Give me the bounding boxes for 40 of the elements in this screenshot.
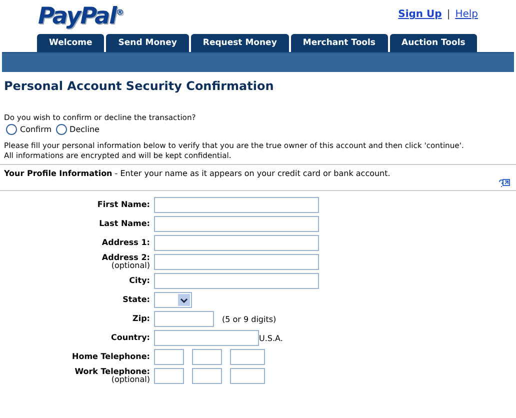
field-label: Last Name: xyxy=(98,220,150,228)
field-label: City: xyxy=(128,277,150,285)
phone-field[interactable] xyxy=(192,368,222,384)
phone-field[interactable] xyxy=(154,349,184,365)
radio-option[interactable]: Confirm xyxy=(6,124,52,135)
help-link[interactable]: Help xyxy=(455,9,478,20)
country-suffix: U.S.A. xyxy=(259,334,283,342)
nav-tab[interactable]: Merchant Tools xyxy=(290,34,388,52)
state-dropdown[interactable] xyxy=(154,292,192,308)
nav-tab[interactable]: Send Money xyxy=(106,34,189,52)
country-field[interactable] xyxy=(154,330,259,346)
nav-tab[interactable]: Request Money xyxy=(190,34,289,52)
text-field[interactable] xyxy=(154,197,319,213)
text-field[interactable] xyxy=(154,273,319,289)
phone-field[interactable] xyxy=(192,349,222,365)
nav-tab[interactable]: Welcome xyxy=(37,34,104,52)
field-label: First Name: xyxy=(96,201,150,209)
zip-hint: (5 or 9 digits) xyxy=(222,314,276,324)
sign-up-link[interactable]: Sign Up xyxy=(398,9,442,20)
field-label: Address 1: xyxy=(100,239,150,247)
help-icon[interactable] xyxy=(499,179,510,188)
field-label: Home Telephone: xyxy=(71,353,150,361)
field-label: Country: xyxy=(110,334,150,342)
link-separator: | xyxy=(446,9,450,20)
field-label: Address 2: (optional) xyxy=(100,254,150,270)
phone-field[interactable] xyxy=(230,349,265,365)
text-field[interactable] xyxy=(154,216,319,232)
phone-field[interactable] xyxy=(154,368,184,384)
text-field[interactable] xyxy=(154,235,319,251)
phone-field[interactable] xyxy=(230,368,265,384)
zip-field[interactable] xyxy=(154,311,214,327)
field-label: Zip: xyxy=(132,315,150,323)
section-text: Your Profile Information - Enter your name as it appears on your credit card or bank account. xyxy=(3,168,392,179)
paypal-logo: PayPal$^{®}$ xyxy=(38,2,123,30)
field-label: Work Telephone: (optional) xyxy=(74,368,150,384)
radio-option[interactable]: Decline xyxy=(56,124,100,135)
field-label: State: xyxy=(122,296,150,304)
text-field[interactable] xyxy=(154,254,319,270)
nav-tab[interactable]: Auction Tools xyxy=(390,34,478,52)
page-title: Personal Account Security Confirmation xyxy=(3,78,275,93)
